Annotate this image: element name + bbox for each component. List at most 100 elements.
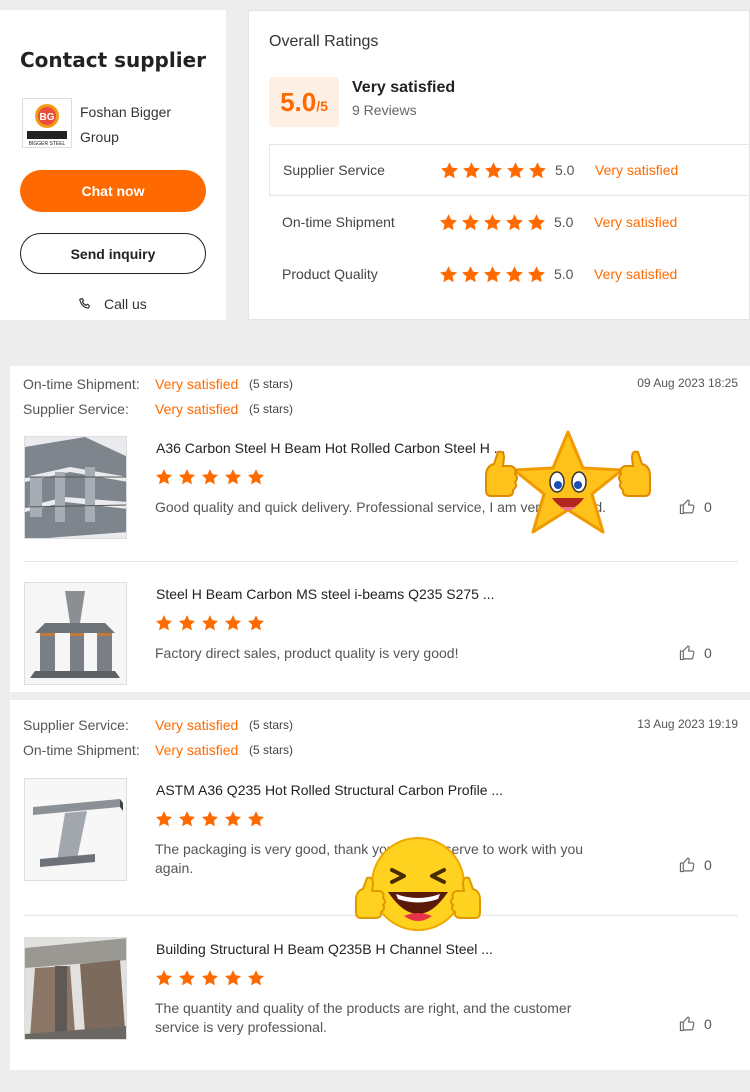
review-date: 09 Aug 2023 18:25 (637, 376, 738, 390)
product-name[interactable]: Building Structural H Beam Q235B H Chann… (156, 941, 493, 957)
overall-score: 5.0 (280, 87, 317, 117)
star-icon (224, 615, 242, 631)
star-icon (462, 213, 479, 230)
like-count: 0 (704, 498, 712, 515)
meta-stars: (5 stars) (249, 718, 294, 732)
rating-row-supplier-service: Supplier Service 5.0 Very satisfied (269, 144, 750, 196)
star-rating (440, 161, 555, 180)
meta-value: Very satisfied (155, 742, 239, 758)
star-icon (506, 213, 523, 230)
like-count: 0 (704, 856, 712, 873)
contact-title: Contact supplier (20, 48, 207, 72)
star-icon (463, 161, 480, 178)
star-icon (484, 213, 501, 230)
star-icon (155, 970, 173, 986)
star-icon (440, 213, 457, 230)
phone-icon (79, 297, 90, 309)
company-name[interactable]: Foshan Bigger Group (80, 100, 200, 150)
star-icon (155, 811, 173, 827)
overall-score-badge: 5.0 /5 (269, 77, 339, 127)
like-button[interactable]: 0 (679, 644, 712, 661)
star-icon (178, 615, 196, 631)
company-logo[interactable]: BG BIGGER STEEL (22, 98, 72, 148)
product-name[interactable]: ASTM A36 Q235 Hot Rolled Structural Carb… (156, 782, 503, 798)
meta-label: On-time Shipment: (23, 742, 140, 758)
rating-row-text: Very satisfied (595, 162, 679, 178)
meta-label: Supplier Service: (23, 401, 129, 417)
star-icon (201, 469, 219, 485)
rating-row-label: On-time Shipment (282, 214, 395, 230)
star-icon (201, 615, 219, 631)
meta-label: On-time Shipment: (23, 376, 140, 392)
rating-row-ontime-shipment: On-time Shipment 5.0 Very satisfied (269, 196, 750, 248)
review-meta-row: On-time Shipment: Very satisfied (5 star… (23, 376, 293, 392)
meta-value: Very satisfied (155, 376, 239, 392)
call-us-label: Call us (104, 296, 147, 312)
like-button[interactable]: 0 (679, 856, 712, 873)
thumbs-up-icon (679, 645, 695, 661)
send-inquiry-button[interactable]: Send inquiry (20, 233, 206, 274)
review-product: Building Structural H Beam Q235B H Chann… (24, 937, 738, 1041)
meta-stars: (5 stars) (249, 402, 294, 416)
meta-value: Very satisfied (155, 401, 239, 417)
star-icon (224, 811, 242, 827)
review-text: Factory direct sales, product quality is… (155, 645, 459, 661)
laughing-emoji-sticker (352, 832, 484, 937)
rating-row-text: Very satisfied (594, 266, 678, 282)
star-icon (224, 469, 242, 485)
rating-row-value: 5.0 (555, 162, 575, 178)
product-image[interactable] (24, 436, 127, 539)
review-date: 13 Aug 2023 19:19 (637, 717, 738, 731)
product-name[interactable]: A36 Carbon Steel H Beam Hot Rolled Carbo… (156, 440, 505, 456)
star-icon (528, 213, 545, 230)
star-icon (224, 970, 242, 986)
overall-score-max: /5 (316, 98, 328, 114)
meta-value: Very satisfied (155, 717, 239, 733)
like-button[interactable]: 0 (679, 498, 712, 515)
star-icon (462, 265, 479, 282)
call-us-link[interactable]: Call us (78, 296, 147, 312)
reviews-count[interactable]: 9 Reviews (352, 102, 417, 118)
like-count: 0 (704, 1015, 712, 1032)
like-button[interactable]: 0 (679, 1015, 712, 1032)
rating-row-value: 5.0 (554, 214, 574, 230)
star-icon (178, 970, 196, 986)
review-divider (24, 561, 738, 562)
review-meta-row: Supplier Service: Very satisfied (5 star… (23, 401, 293, 417)
contact-supplier-card: Contact supplier BG BIGGER STEEL Foshan … (0, 10, 226, 320)
chat-now-button[interactable]: Chat now (20, 170, 206, 212)
ratings-heading: Overall Ratings (269, 33, 379, 50)
star-rating (439, 265, 554, 284)
product-image[interactable] (24, 778, 127, 881)
product-star-rating (155, 969, 265, 987)
star-icon (201, 970, 219, 986)
star-icon (484, 265, 501, 282)
review-meta-row: On-time Shipment: Very satisfied (5 star… (23, 742, 293, 758)
rating-row-text: Very satisfied (594, 214, 678, 230)
star-rating (439, 213, 554, 232)
star-icon (178, 469, 196, 485)
meta-stars: (5 stars) (249, 743, 294, 757)
star-icon (247, 970, 265, 986)
rating-row-product-quality: Product Quality 5.0 Very satisfied (269, 248, 750, 300)
review-text: The quantity and quality of the products… (155, 1000, 572, 1035)
star-icon (441, 161, 458, 178)
star-icon (507, 161, 524, 178)
product-image[interactable] (24, 937, 127, 1040)
star-icon (178, 811, 196, 827)
meta-stars: (5 stars) (249, 377, 294, 391)
meta-label: Supplier Service: (23, 717, 129, 733)
star-icon (247, 469, 265, 485)
thumbs-up-icon (679, 1016, 695, 1032)
star-icon (155, 469, 173, 485)
star-icon (201, 811, 219, 827)
star-thumbs-up-sticker (480, 428, 656, 548)
star-icon (247, 615, 265, 631)
product-image[interactable] (24, 582, 127, 685)
thumbs-up-icon (679, 499, 695, 515)
rating-row-label: Product Quality (282, 266, 378, 282)
product-name[interactable]: Steel H Beam Carbon MS steel i-beams Q23… (156, 586, 495, 602)
product-star-rating (155, 468, 265, 486)
overall-score-label: Very satisfied (352, 79, 456, 96)
star-icon (247, 811, 265, 827)
